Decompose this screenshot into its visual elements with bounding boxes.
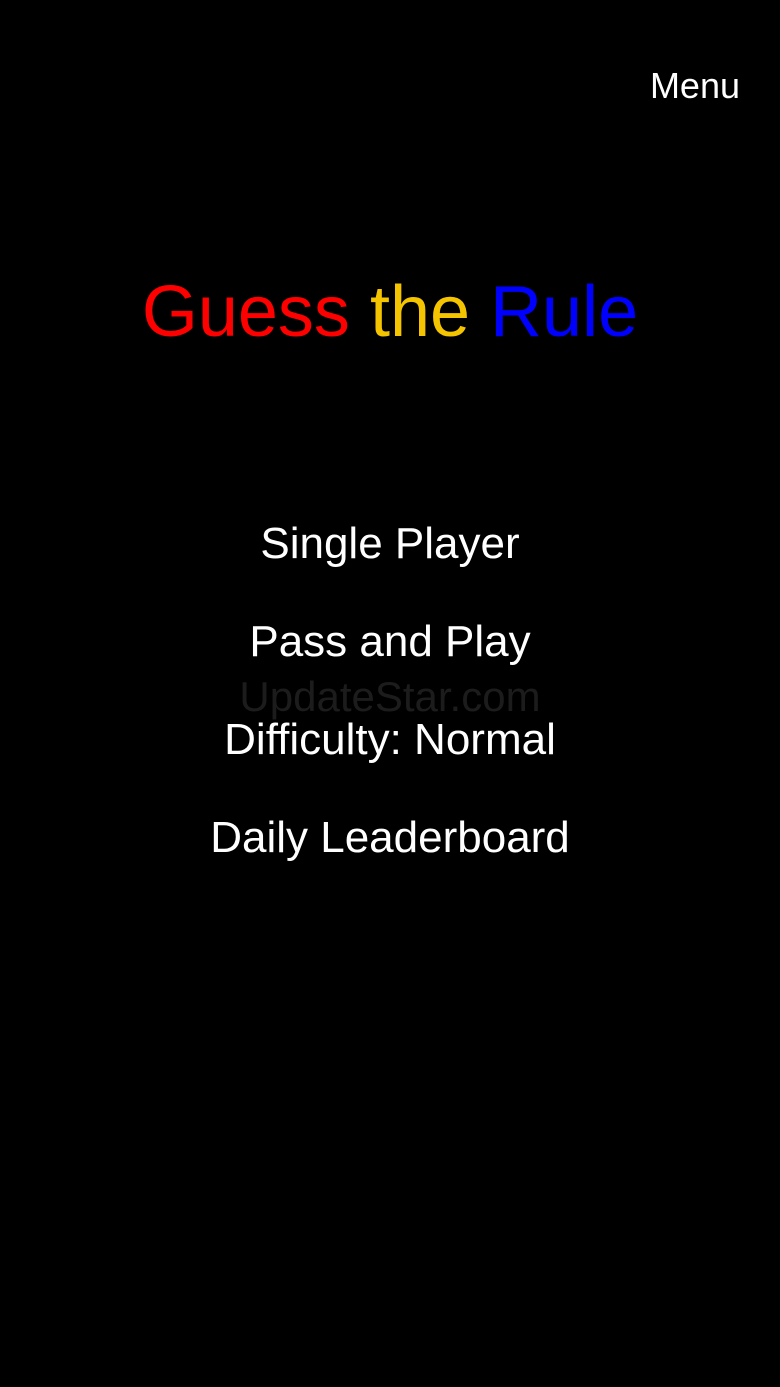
game-title: Guess the Rule <box>0 270 780 354</box>
pass-and-play-button[interactable]: Pass and Play <box>0 615 780 669</box>
title-word-rule: Rule <box>490 272 639 352</box>
difficulty-button[interactable]: Difficulty: Normal <box>0 713 780 767</box>
single-player-button[interactable]: Single Player <box>0 517 780 571</box>
title-word-guess: Guess <box>141 272 350 352</box>
menu-button[interactable]: Menu <box>650 64 740 108</box>
title-word-the: the <box>369 272 471 352</box>
daily-leaderboard-button[interactable]: Daily Leaderboard <box>0 811 780 865</box>
